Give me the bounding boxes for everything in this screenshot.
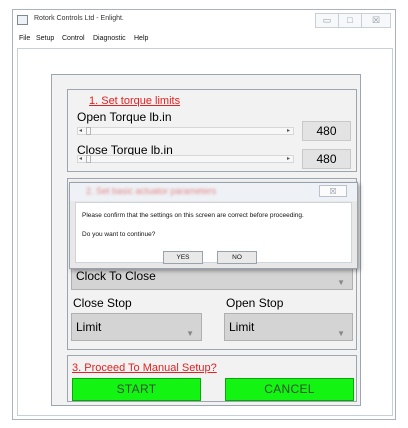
close-stop-dropdown[interactable]: Limit ▼ [71,313,202,341]
dialog-title-obscured: 2. Set basic actuator parameters [86,186,217,196]
close-button[interactable]: ☒ [361,13,391,28]
dialog-question: Do you want to continue? [82,231,156,238]
close-stop-label: Close Stop [73,296,132,310]
menu-control[interactable]: Control [62,35,85,42]
slider-left-arrow-icon[interactable]: ◂ [79,155,82,162]
slider-left-arrow-icon[interactable]: ◂ [79,127,82,134]
cancel-button[interactable]: CANCEL [225,378,354,401]
menu-diagnostic[interactable]: Diagnostic [93,35,126,42]
app-icon [17,15,28,25]
close-stop-value: Limit [76,320,102,334]
menu-bar: File Setup Control Diagnostic Help [13,32,395,46]
dialog-close-button[interactable]: ☒ [319,185,347,197]
open-torque-slider[interactable]: ◂ ▸ [77,127,294,135]
maximize-button[interactable]: □ [338,13,362,28]
yes-button[interactable]: YES [163,251,203,264]
no-button[interactable]: NO [217,251,257,264]
close-torque-slider[interactable]: ◂ ▸ [77,155,294,163]
menu-file[interactable]: File [19,35,30,42]
menu-setup[interactable]: Setup [36,35,54,42]
chevron-down-icon: ▼ [186,329,194,338]
menu-help[interactable]: Help [134,35,148,42]
confirm-dialog: 2. Set basic actuator parameters ☒ Pleas… [69,182,358,269]
step3-link[interactable]: 3. Proceed To Manual Setup? [72,362,217,374]
title-bar: Rotork Controls Ltd - Enlight. ▭ □ ☒ [13,10,395,32]
dialog-message: Please confirm that the settings on this… [82,212,304,219]
dialog-title-bar: 2. Set basic actuator parameters ☒ [70,183,357,201]
close-torque-value: 480 [302,149,351,169]
step1-link[interactable]: 1. Set torque limits [89,95,180,107]
open-torque-value: 480 [302,121,351,141]
open-torque-thumb[interactable] [86,127,91,135]
window-title: Rotork Controls Ltd - Enlight. [34,15,124,22]
open-torque-label: Open Torque lb.in [77,110,172,124]
dialog-body: Please confirm that the settings on this… [75,202,352,264]
open-stop-dropdown[interactable]: Limit ▼ [224,313,353,341]
chevron-down-icon: ▼ [337,278,345,287]
open-stop-label: Open Stop [226,296,284,310]
start-button[interactable]: START [72,378,201,401]
chevron-down-icon: ▼ [337,329,345,338]
direction-value: Clock To Close [76,269,156,283]
close-torque-thumb[interactable] [86,155,91,163]
open-stop-value: Limit [229,320,255,334]
minimize-button[interactable]: ▭ [315,13,339,28]
slider-right-arrow-icon[interactable]: ▸ [287,127,290,134]
slider-right-arrow-icon[interactable]: ▸ [287,155,290,162]
